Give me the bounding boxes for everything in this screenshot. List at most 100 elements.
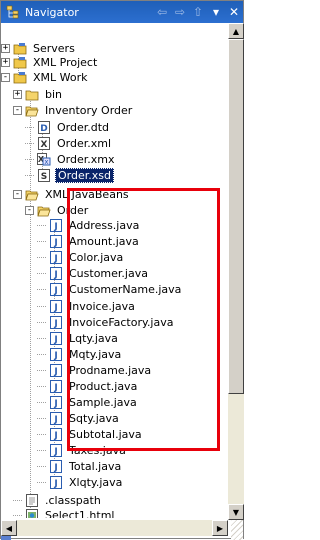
tree-connector-line — [37, 338, 46, 339]
java-file-icon: J — [49, 364, 63, 377]
menu-icon[interactable]: ▾ — [207, 3, 225, 21]
back-icon[interactable]: ⇦ — [153, 3, 171, 21]
svg-text:D: D — [40, 124, 47, 134]
folder-open-icon — [25, 188, 39, 201]
tree-item-label: Select1.html — [45, 509, 115, 518]
scroll-left-button[interactable]: ◀ — [1, 520, 17, 536]
tree-item[interactable]: J Total.java — [37, 459, 123, 474]
tree-connector-line — [37, 306, 46, 307]
svg-text:J: J — [53, 351, 57, 361]
java-file-icon: J — [49, 412, 63, 425]
tree-item[interactable]: S Order.xsd — [25, 168, 114, 183]
svg-text:J: J — [53, 447, 57, 457]
project-icon — [13, 71, 27, 84]
tree-connector-line — [37, 386, 46, 387]
expand-icon[interactable]: + — [1, 58, 10, 67]
tree-item-label: XML Work — [33, 71, 88, 84]
tree-connector-line — [37, 402, 46, 403]
forward-icon[interactable]: ⇨ — [171, 3, 189, 21]
tree-item[interactable]: + Servers — [1, 41, 77, 56]
tree-connector-line — [25, 143, 34, 144]
scroll-down-button[interactable]: ▼ — [228, 504, 244, 520]
expand-icon[interactable]: + — [13, 90, 22, 99]
html-file-icon — [25, 509, 39, 518]
svg-text:X: X — [41, 140, 48, 150]
java-file-icon: J — [49, 380, 63, 393]
java-file-icon: J — [49, 476, 63, 489]
tree-item[interactable]: + XML Project — [1, 55, 99, 70]
collapse-icon[interactable]: - — [13, 106, 22, 115]
java-file-icon: J — [49, 251, 63, 264]
project-icon — [13, 56, 27, 69]
java-file-icon: J — [49, 428, 63, 441]
expand-icon[interactable]: + — [1, 44, 10, 53]
xsd-file-icon: S — [37, 169, 51, 182]
tree-item[interactable]: + bin — [13, 87, 64, 102]
svg-text:x: x — [44, 158, 48, 166]
tree-connector-line — [37, 370, 46, 371]
java-file-icon: J — [49, 348, 63, 361]
svg-text:J: J — [53, 479, 57, 489]
tree-item-label: bin — [45, 88, 63, 101]
bottom-edge — [1, 536, 11, 540]
tree-connector-line — [13, 515, 22, 516]
svg-text:J: J — [53, 335, 57, 345]
tree-item[interactable]: J Xlqty.java — [37, 475, 124, 490]
scroll-right-button[interactable]: ▶ — [212, 520, 228, 536]
tree-connector-line — [25, 175, 34, 176]
svg-text:J: J — [53, 383, 57, 393]
tree-connector-line — [25, 159, 34, 160]
tree-connector-line — [13, 500, 22, 501]
tree-item[interactable]: Xx Order.xmx — [25, 152, 116, 167]
tree-connector-line — [37, 434, 46, 435]
tree-item-label: Order.xmx — [57, 153, 115, 166]
tree-item[interactable]: Select1.html — [13, 508, 117, 518]
highlight-box — [67, 188, 220, 451]
collapse-icon[interactable]: - — [13, 190, 22, 199]
tree-connector-line — [37, 241, 46, 242]
tree-item[interactable]: - Inventory Order — [13, 103, 134, 118]
dtd-file-icon: D — [37, 121, 51, 134]
java-file-icon: J — [49, 316, 63, 329]
tree-connector-line — [37, 273, 46, 274]
java-file-icon: J — [49, 267, 63, 280]
tree-item[interactable]: D Order.dtd — [25, 120, 111, 135]
vertical-scrollbar[interactable]: ▲ ▼ — [228, 23, 244, 520]
svg-text:J: J — [53, 286, 57, 296]
scroll-up-button[interactable]: ▲ — [228, 23, 244, 39]
svg-text:J: J — [53, 367, 57, 377]
collapse-icon[interactable]: - — [25, 206, 34, 215]
tree-connector-line — [37, 418, 46, 419]
tree-item-label: Servers — [33, 42, 75, 55]
tree-item[interactable]: - XML Work — [1, 70, 90, 85]
svg-text:J: J — [53, 431, 57, 441]
close-icon[interactable]: ✕ — [225, 3, 243, 21]
java-file-icon: J — [49, 396, 63, 409]
tree-item-label: Order.dtd — [57, 121, 110, 134]
java-file-icon: J — [49, 283, 63, 296]
svg-text:J: J — [53, 238, 57, 248]
xmx-file-icon: Xx — [37, 153, 51, 166]
tree-item-label: Xlqty.java — [69, 476, 123, 489]
navigator-view: Navigator ⇦ ⇨ ⇧ ▾ ✕ + Servers + XML Project… — [0, 0, 244, 540]
xml-file-icon: X — [37, 137, 51, 150]
vertical-scroll-thumb[interactable] — [228, 39, 244, 394]
tree-item[interactable]: .classpath — [13, 493, 103, 508]
tree-connector-line — [37, 354, 46, 355]
project-icon — [13, 42, 27, 55]
tree-item-label: Order.xsd — [55, 168, 114, 183]
svg-text:J: J — [53, 399, 57, 409]
svg-text:J: J — [53, 319, 57, 329]
tree-connector-line — [37, 482, 46, 483]
up-icon[interactable]: ⇧ — [189, 3, 207, 21]
tree-item[interactable]: X Order.xml — [25, 136, 113, 151]
tree-item-label: Total.java — [69, 460, 122, 473]
navigator-titlebar: Navigator ⇦ ⇨ ⇧ ▾ ✕ — [1, 1, 243, 23]
java-file-icon: J — [49, 219, 63, 232]
svg-text:J: J — [53, 463, 57, 473]
collapse-icon[interactable]: - — [1, 73, 10, 82]
navigator-icon — [5, 4, 21, 20]
tree-item-label: Order.xml — [57, 137, 112, 150]
horizontal-scrollbar[interactable]: ◀ ▶ — [1, 520, 228, 536]
svg-text:S: S — [41, 172, 47, 182]
